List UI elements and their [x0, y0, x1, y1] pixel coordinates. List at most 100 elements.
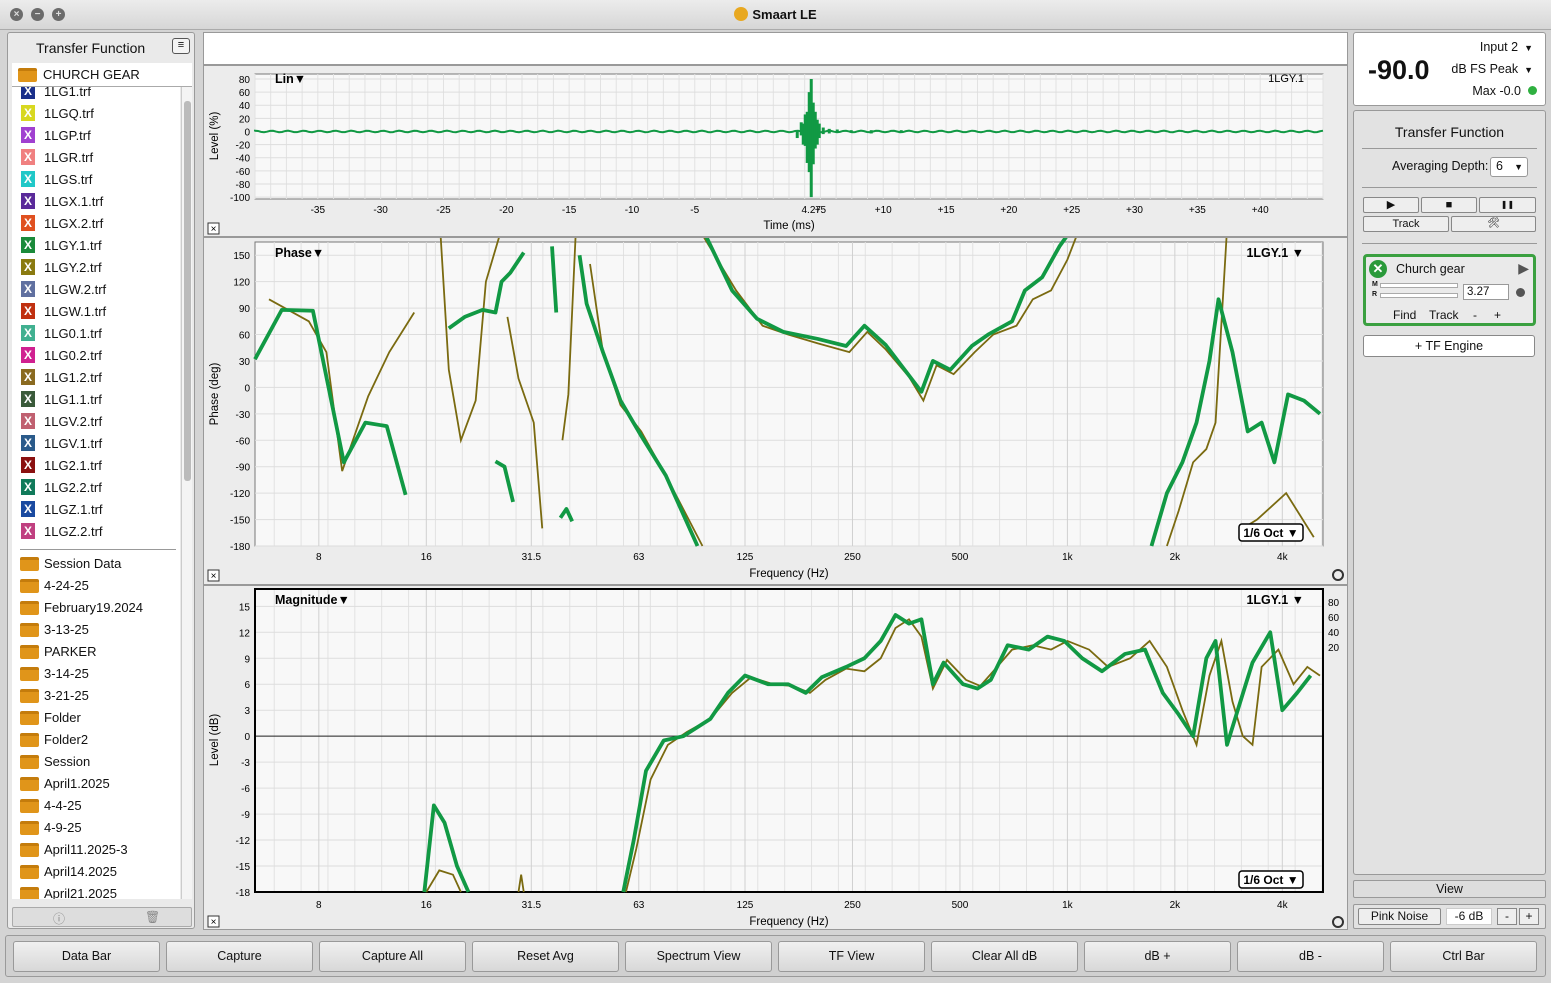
- file-item[interactable]: X 1LG0.2.trf: [12, 345, 180, 367]
- file-item[interactable]: X 1LGQ.trf: [12, 103, 180, 125]
- meter-mode-select[interactable]: dB FS Peak ▼: [1451, 62, 1533, 76]
- trace-file-icon[interactable]: X: [21, 523, 35, 539]
- folder-item[interactable]: 4-24-25: [12, 575, 180, 597]
- trace-file-icon[interactable]: X: [21, 259, 35, 275]
- file-item[interactable]: X 1LGX.2.trf: [12, 213, 180, 235]
- trace-file-icon[interactable]: X: [21, 105, 35, 121]
- cmd-button-capture-all[interactable]: Capture All: [319, 941, 466, 972]
- cmd-button-reset-avg[interactable]: Reset Avg: [472, 941, 619, 972]
- trace-file-icon[interactable]: X: [21, 303, 35, 319]
- scrollbar-thumb[interactable]: [184, 101, 191, 481]
- trace-file-icon[interactable]: X: [21, 325, 35, 341]
- cmd-button-spectrum-view[interactable]: Spectrum View: [625, 941, 772, 972]
- cmd-button-db[interactable]: dB +: [1084, 941, 1231, 972]
- find-delay-button[interactable]: Find: [1393, 308, 1416, 322]
- trace-file-icon[interactable]: X: [21, 391, 35, 407]
- stop-button[interactable]: ■: [1421, 197, 1477, 213]
- tools-icon[interactable]: 🛠: [1451, 216, 1536, 232]
- file-list[interactable]: X 1LG1.trf X 1LGQ.trf X 1LGP.trf X 1LGR.trf X 1LG…: [12, 87, 180, 899]
- file-item[interactable]: X 1LG1.trf: [12, 87, 180, 103]
- play-button[interactable]: ▶: [1363, 197, 1419, 213]
- add-tf-engine-button[interactable]: + TF Engine: [1363, 335, 1535, 357]
- folder-item[interactable]: April1.2025: [12, 773, 180, 795]
- file-item[interactable]: X 1LGV.1.trf: [12, 433, 180, 455]
- pause-button[interactable]: ❚❚: [1479, 197, 1536, 213]
- trace-file-icon[interactable]: X: [21, 435, 35, 451]
- root-folder[interactable]: CHURCH GEAR: [12, 63, 192, 87]
- folder-item[interactable]: Folder2: [12, 729, 180, 751]
- view-button[interactable]: View: [1353, 880, 1546, 898]
- folder-item[interactable]: PARKER: [12, 641, 180, 663]
- cmd-button-ctrl-bar[interactable]: Ctrl Bar: [1390, 941, 1537, 972]
- folder-item[interactable]: April14.2025: [12, 861, 180, 883]
- noise-plus-button[interactable]: +: [1519, 908, 1539, 925]
- folder-item[interactable]: Session Data: [12, 553, 180, 575]
- folder-item[interactable]: 4-9-25: [12, 817, 180, 839]
- file-item[interactable]: X 1LGV.2.trf: [12, 411, 180, 433]
- cmd-button-clear-all-db[interactable]: Clear All dB: [931, 941, 1078, 972]
- track-delay-button[interactable]: Track: [1429, 308, 1459, 322]
- trace-file-icon[interactable]: X: [21, 87, 35, 99]
- folder-item[interactable]: April21.2025: [12, 883, 180, 899]
- phase-plot[interactable]: 150 120 90 60 30 0 -30 -60 -90 -120 -150 -180 8 16 31.…: [203, 237, 1348, 585]
- folder-item[interactable]: 3-21-25: [12, 685, 180, 707]
- input-select[interactable]: Input 2 ▼: [1480, 40, 1533, 54]
- folder-item[interactable]: Folder: [12, 707, 180, 729]
- trash-icon[interactable]: 🗑: [145, 910, 160, 924]
- cmd-button-capture[interactable]: Capture: [166, 941, 313, 972]
- folder-item[interactable]: April11.2025-3: [12, 839, 180, 861]
- noise-minus-button[interactable]: -: [1497, 908, 1517, 925]
- file-item[interactable]: X 1LG1.2.trf: [12, 367, 180, 389]
- folder-item[interactable]: Session: [12, 751, 180, 773]
- trace-file-icon[interactable]: X: [21, 171, 35, 187]
- play-arrow-icon[interactable]: ▶: [1518, 260, 1529, 277]
- file-item[interactable]: X 1LG2.1.trf: [12, 455, 180, 477]
- file-item[interactable]: X 1LG1.1.trf: [12, 389, 180, 411]
- trace-file-icon[interactable]: X: [21, 237, 35, 253]
- engine-toggle-icon[interactable]: ✕: [1369, 260, 1387, 278]
- folder-item[interactable]: 3-13-25: [12, 619, 180, 641]
- file-item[interactable]: X 1LGR.trf: [12, 147, 180, 169]
- trace-file-icon[interactable]: X: [21, 457, 35, 473]
- magnitude-plot[interactable]: 15 12 9 6 3 0 -3 -6 -9 -12 -15 -18 80 60 40 20 8 16 31.5 63…: [203, 585, 1348, 930]
- track-button[interactable]: Track: [1363, 216, 1449, 232]
- file-item[interactable]: X 1LG0.1.trf: [12, 323, 180, 345]
- tf-engine-church-gear[interactable]: ✕ Church gear ▶ M R 3.27 Find Track - +: [1363, 254, 1536, 326]
- hamburger-menu-icon[interactable]: ≡: [172, 38, 190, 54]
- trace-file-icon[interactable]: X: [21, 281, 35, 297]
- file-item[interactable]: X 1LGS.trf: [12, 169, 180, 191]
- record-dot-icon[interactable]: [1516, 288, 1525, 297]
- delay-plus-button[interactable]: +: [1494, 308, 1501, 322]
- file-item[interactable]: X 1LGZ.1.trf: [12, 499, 180, 521]
- trace-file-icon[interactable]: X: [21, 215, 35, 231]
- file-item[interactable]: X 1LGX.1.trf: [12, 191, 180, 213]
- folder-item[interactable]: 4-4-25: [12, 795, 180, 817]
- noise-level-field[interactable]: -6 dB: [1446, 908, 1492, 925]
- file-item[interactable]: X 1LGW.2.trf: [12, 279, 180, 301]
- file-item[interactable]: X 1LGY.2.trf: [12, 257, 180, 279]
- file-item[interactable]: X 1LGY.1.trf: [12, 235, 180, 257]
- trace-file-icon[interactable]: X: [21, 127, 35, 143]
- file-item[interactable]: X 1LG2.2.trf: [12, 477, 180, 499]
- folder-item[interactable]: 3-14-25: [12, 663, 180, 685]
- impulse-response-plot[interactable]: 80 60 40 20 0 -20 -40 -60 -80 -100 -35 -30 -25 -20 -15…: [203, 65, 1348, 237]
- pink-noise-button[interactable]: Pink Noise: [1358, 908, 1441, 925]
- file-item[interactable]: X 1LGP.trf: [12, 125, 180, 147]
- file-item[interactable]: X 1LGZ.2.trf: [12, 521, 180, 543]
- file-list-scrollbar[interactable]: [181, 87, 192, 899]
- trace-file-icon[interactable]: X: [21, 149, 35, 165]
- trace-file-icon[interactable]: X: [21, 413, 35, 429]
- delay-minus-button[interactable]: -: [1473, 308, 1477, 322]
- trace-file-icon[interactable]: X: [21, 501, 35, 517]
- trace-file-icon[interactable]: X: [21, 193, 35, 209]
- info-icon[interactable]: ⓘ: [53, 910, 65, 927]
- averaging-depth-select[interactable]: 6 ▼: [1490, 157, 1528, 177]
- cmd-button-db[interactable]: dB -: [1237, 941, 1384, 972]
- folder-item[interactable]: February19.2024: [12, 597, 180, 619]
- trace-file-icon[interactable]: X: [21, 347, 35, 363]
- delay-field[interactable]: 3.27: [1463, 284, 1509, 300]
- cmd-button-tf-view[interactable]: TF View: [778, 941, 925, 972]
- trace-file-icon[interactable]: X: [21, 369, 35, 385]
- cmd-button-data-bar[interactable]: Data Bar: [13, 941, 160, 972]
- file-item[interactable]: X 1LGW.1.trf: [12, 301, 180, 323]
